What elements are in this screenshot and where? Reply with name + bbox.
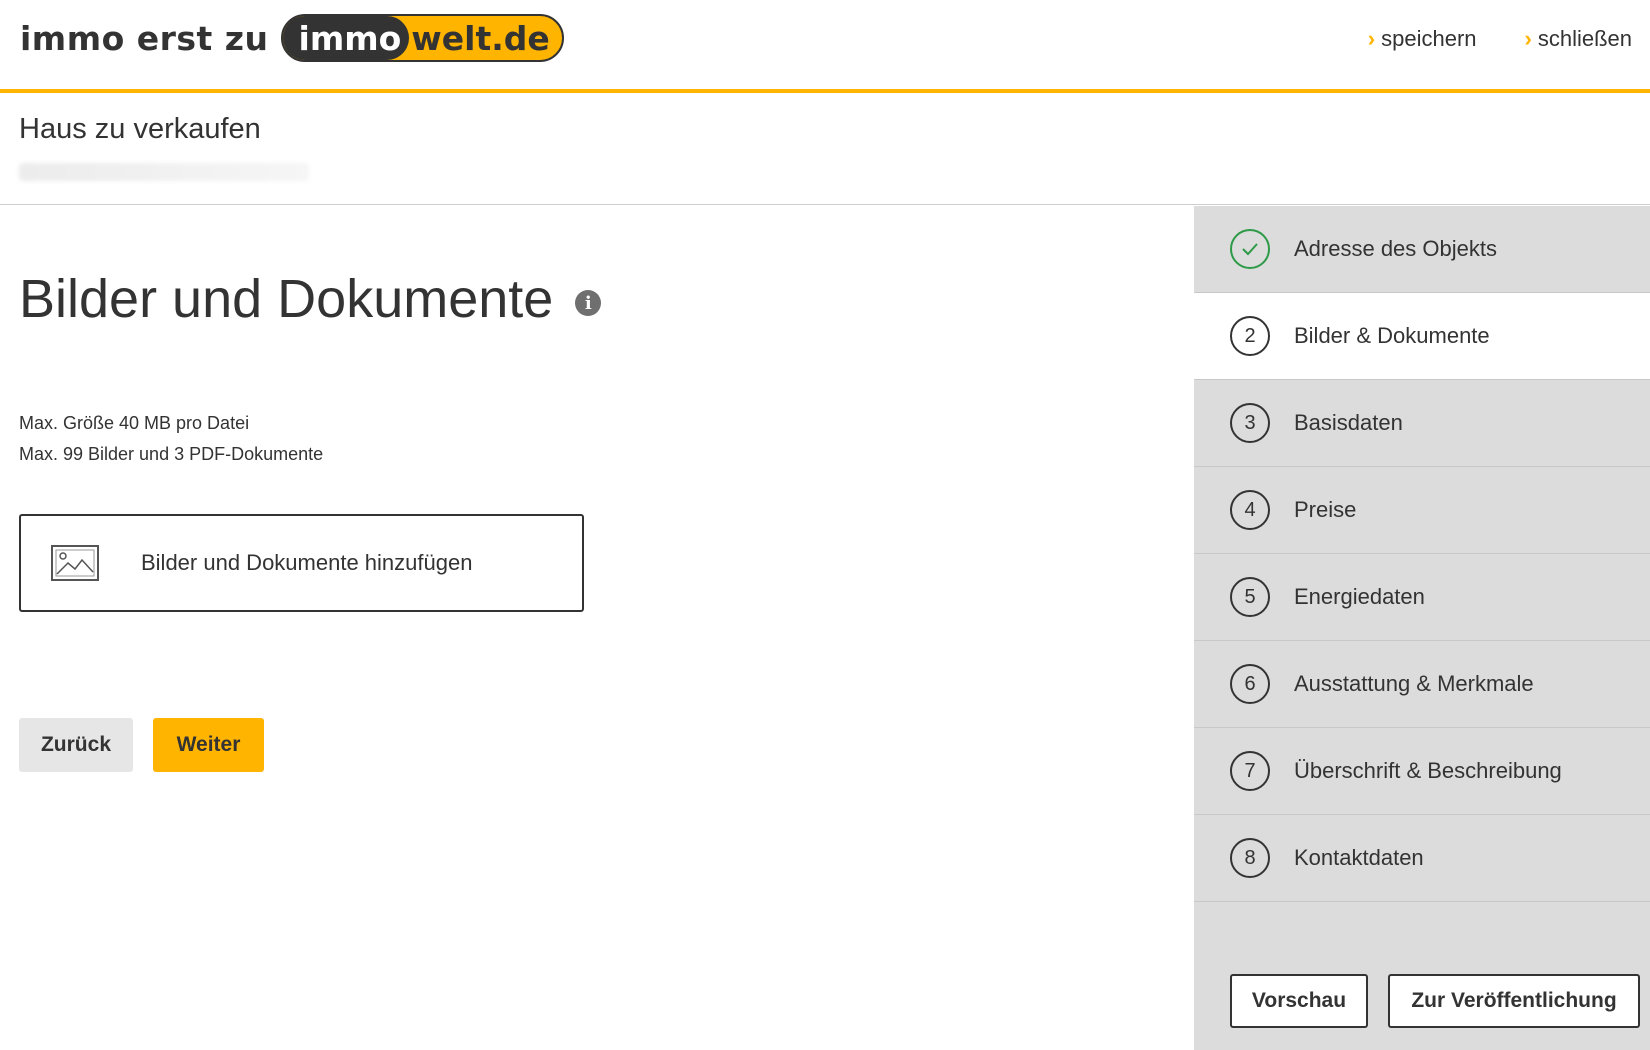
close-link-label: schließen: [1537, 26, 1632, 51]
checkmark-icon: [1242, 243, 1258, 256]
step-label: Preise: [1294, 497, 1357, 522]
close-link[interactable]: › schließen: [1525, 26, 1632, 52]
page-title-text: Bilder und Dokumente: [19, 269, 554, 329]
top-header: immo erst zu immo welt.de › speichern › …: [0, 0, 1650, 93]
save-link-label: speichern: [1381, 26, 1477, 51]
logo-prefix: immo erst zu: [20, 18, 269, 58]
step-number: 3: [1230, 403, 1270, 443]
limit-size-text: Max. Größe 40 MB pro Datei: [19, 413, 250, 433]
step-done-indicator: [1230, 229, 1270, 269]
immowelt-logo[interactable]: immo erst zu immo welt.de: [20, 14, 564, 62]
step-label: Kontaktdaten: [1294, 845, 1424, 870]
save-link[interactable]: › speichern: [1368, 26, 1477, 52]
add-media-label: Bilder und Dokumente hinzufügen: [141, 550, 473, 575]
main-content: Bilder und Dokumente i Max. Größe 40 MB …: [0, 206, 1194, 1050]
step-label: Basisdaten: [1294, 410, 1403, 435]
chevron-right-icon: ›: [1524, 26, 1532, 51]
logo-pill: immo welt.de: [280, 14, 564, 62]
step-label: Überschrift & Beschreibung: [1294, 758, 1562, 783]
listing-header: Haus zu verkaufen: [0, 93, 1650, 205]
step-contact[interactable]: 8 Kontaktdaten: [1194, 815, 1650, 902]
logo-pill-light: welt.de: [411, 18, 550, 58]
step-energy[interactable]: 5 Energiedaten: [1194, 554, 1650, 641]
sidebar-actions: Vorschau Zur Veröffentlichung: [1230, 974, 1640, 1028]
blurred-address: [19, 163, 309, 181]
step-media[interactable]: 2 Bilder & Dokumente: [1194, 293, 1650, 380]
header-actions: › speichern › schließen: [1368, 26, 1632, 52]
step-label: Adresse des Objekts: [1294, 236, 1497, 261]
step-number: 4: [1230, 490, 1270, 530]
step-prices[interactable]: 4 Preise: [1194, 467, 1650, 554]
upload-limits: Max. Größe 40 MB pro Datei Max. 99 Bilde…: [19, 408, 323, 470]
chevron-right-icon: ›: [1367, 26, 1376, 51]
step-features[interactable]: 6 Ausstattung & Merkmale: [1194, 641, 1650, 728]
step-number: 7: [1230, 751, 1270, 791]
info-icon[interactable]: i: [575, 290, 602, 316]
step-number: 5: [1230, 577, 1270, 617]
step-number: 2: [1230, 316, 1270, 356]
limit-count-text: Max. 99 Bilder und 3 PDF-Dokumente: [19, 444, 324, 464]
step-label: Energiedaten: [1294, 584, 1425, 609]
next-button[interactable]: Weiter: [153, 718, 264, 772]
steps-sidebar: Adresse des Objekts 2 Bilder & Dokumente…: [1194, 206, 1650, 1050]
preview-button[interactable]: Vorschau: [1230, 974, 1368, 1028]
image-icon: [51, 545, 99, 581]
add-media-button[interactable]: Bilder und Dokumente hinzufügen: [19, 514, 584, 612]
step-number: 8: [1230, 838, 1270, 878]
page-title: Bilder und Dokumente i: [19, 268, 602, 330]
step-basic-data[interactable]: 3 Basisdaten: [1194, 380, 1650, 467]
back-button[interactable]: Zurück: [19, 718, 133, 772]
listing-title: Haus zu verkaufen: [19, 113, 261, 145]
step-label: Bilder & Dokumente: [1294, 323, 1490, 348]
step-description[interactable]: 7 Überschrift & Beschreibung: [1194, 728, 1650, 815]
step-label: Ausstattung & Merkmale: [1294, 671, 1534, 696]
publish-button[interactable]: Zur Veröffentlichung: [1388, 974, 1640, 1028]
step-number: 6: [1230, 664, 1270, 704]
step-address[interactable]: Adresse des Objekts: [1194, 206, 1650, 293]
logo-pill-dark: immo: [282, 16, 410, 60]
